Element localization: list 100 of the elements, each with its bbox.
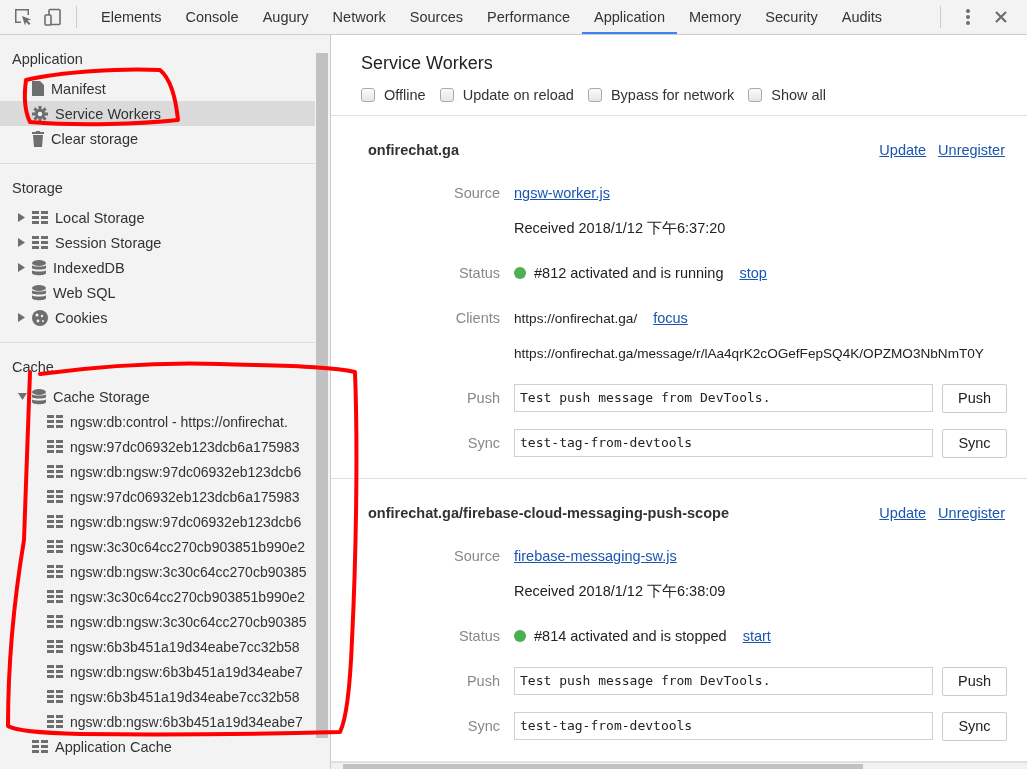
inspect-icon [14,8,32,26]
text-field[interactable]: test-tag-from-devtools [514,711,933,740]
link[interactable]: Unregister [938,142,1005,158]
database-icon [32,259,46,276]
sidebar-item[interactable]: ngsw:3c30c64cc270cb903851b990e2 [0,534,315,559]
table-icon [47,465,63,478]
section-heading: Storage [11,179,64,198]
panel-tab[interactable]: Console [173,0,251,34]
panel-tab[interactable]: Elements [89,0,174,34]
status-text: #814 activated and is stopped [534,628,727,644]
collapsed-arrow-icon [18,238,25,247]
link[interactable]: Update [879,142,927,158]
field-label: Status [458,628,500,644]
client-url: https://onfirechat.ga/message/r/lAa4qrK2cOGefFepSQ4K/OPZMO3NbNmT0Y [514,345,984,361]
table-icon [47,515,63,528]
panel-tab[interactable]: Performance [475,0,582,34]
sidebar-item[interactable]: IndexedDB [0,255,315,280]
sidebar-item[interactable]: ngsw:db:ngsw:97dc06932eb123dcb6 [0,509,315,534]
sidebar-item[interactable]: Local Storage [0,205,315,230]
sidebar-item[interactable]: Manifest [0,76,315,101]
link[interactable]: Unregister [938,505,1005,521]
worker-scope: onfirechat.ga/firebase-cloud-messaging-push-scope [368,505,729,521]
received-time: Received 2018/1/12 下午6:38:09 [514,581,726,601]
sidebar-item[interactable]: ngsw:db:ngsw:3c30c64cc270cb90385 [0,609,315,634]
action-button[interactable]: Sync [942,428,1007,458]
table-icon [32,740,48,753]
panel-tab[interactable]: Memory [676,0,754,34]
section-heading: Cache [11,358,55,377]
panel-tab[interactable]: Audits [829,0,895,34]
status-link[interactable]: start [742,628,771,644]
sidebar-item[interactable]: Clear storage [0,126,315,151]
panel-tab[interactable]: Application [582,0,677,34]
client-url: https://onfirechat.ga/ [514,310,638,326]
action-button[interactable]: Push [942,383,1007,413]
panel-tab[interactable]: Network [320,0,398,34]
database-icon [32,284,46,301]
sidebar-item[interactable]: ngsw:97dc06932eb123dcb6a175983 [0,484,315,509]
table-icon [47,640,63,653]
checkbox-label: Bypass for network [610,87,735,103]
table-icon [47,540,63,553]
sidebar-item[interactable]: ngsw:6b3b451a19d34eabe7cc32b58 [0,684,315,709]
table-icon [47,490,63,503]
sidebar-item[interactable]: ngsw:db:ngsw:6b3b451a19d34eabe7 [0,659,315,684]
field-label: Push [466,390,500,406]
sidebar-item[interactable]: Service Workers [0,101,315,126]
source-link[interactable]: ngsw-worker.js [514,185,610,201]
action-button[interactable]: Push [942,666,1007,696]
text-field[interactable]: Test push message from DevTools. [514,383,933,412]
sidebar-item[interactable]: Application Cache [0,734,315,759]
sidebar-item[interactable]: Web SQL [0,280,315,305]
cookie-icon [32,309,48,326]
trash-icon [32,130,44,147]
field-label: Sync [467,435,500,451]
received-time: Received 2018/1/12 下午6:37:20 [514,218,726,238]
table-icon [47,415,63,428]
panel-tab[interactable]: Security [753,0,830,34]
checkbox[interactable] [587,88,602,102]
table-icon [47,665,63,678]
collapsed-arrow-icon [18,213,25,222]
sidebar-item[interactable]: Cookies [0,305,315,330]
document-icon [32,81,44,96]
device-icon [44,8,62,26]
sidebar-item[interactable]: Session Storage [0,230,315,255]
field-label: Source [454,548,500,564]
panel-tab[interactable]: Sources [397,0,475,34]
menu-icon [965,8,971,26]
field-label: Source [454,185,500,201]
source-link[interactable]: firebase-messaging-sw.js [514,548,677,564]
table-icon [47,440,63,453]
field-label: Push [466,673,500,689]
table-icon [47,690,63,703]
table-icon [47,565,63,578]
checkbox[interactable] [439,88,454,102]
action-button[interactable]: Sync [942,711,1007,741]
sidebar-item[interactable]: Cache Storage [0,384,315,409]
table-icon [47,715,63,728]
sidebar-item[interactable]: ngsw:6b3b451a19d34eabe7cc32b58 [0,634,315,659]
status-link[interactable]: stop [739,265,767,281]
sidebar-item[interactable]: ngsw:3c30c64cc270cb903851b990e2 [0,584,315,609]
panel-tab[interactable]: Augury [250,0,321,34]
database-icon [32,388,46,405]
section-heading: Application [11,50,84,69]
sidebar-item[interactable]: ngsw:db:control - https://onfirechat. [0,409,315,434]
field-label: Clients [455,310,500,326]
sidebar-item[interactable]: ngsw:db:ngsw:6b3b451a19d34eabe7 [0,709,315,734]
panel-title: Service Workers [361,53,494,74]
checkbox-label: Show all [771,87,827,103]
text-field[interactable]: Test push message from DevTools. [514,666,933,695]
sidebar-item[interactable]: ngsw:db:ngsw:97dc06932eb123dcb6 [0,459,315,484]
settings-icon [32,105,48,122]
focus-link[interactable]: focus [653,310,688,326]
checkbox[interactable] [748,88,763,102]
text-field[interactable]: test-tag-from-devtools [514,428,933,457]
table-icon [32,236,48,249]
table-icon [47,590,63,603]
collapsed-arrow-icon [18,313,25,322]
link[interactable]: Update [879,505,927,521]
sidebar-item[interactable]: ngsw:97dc06932eb123dcb6a175983 [0,434,315,459]
checkbox[interactable] [361,88,375,102]
sidebar-item[interactable]: ngsw:db:ngsw:3c30c64cc270cb90385 [0,559,315,584]
